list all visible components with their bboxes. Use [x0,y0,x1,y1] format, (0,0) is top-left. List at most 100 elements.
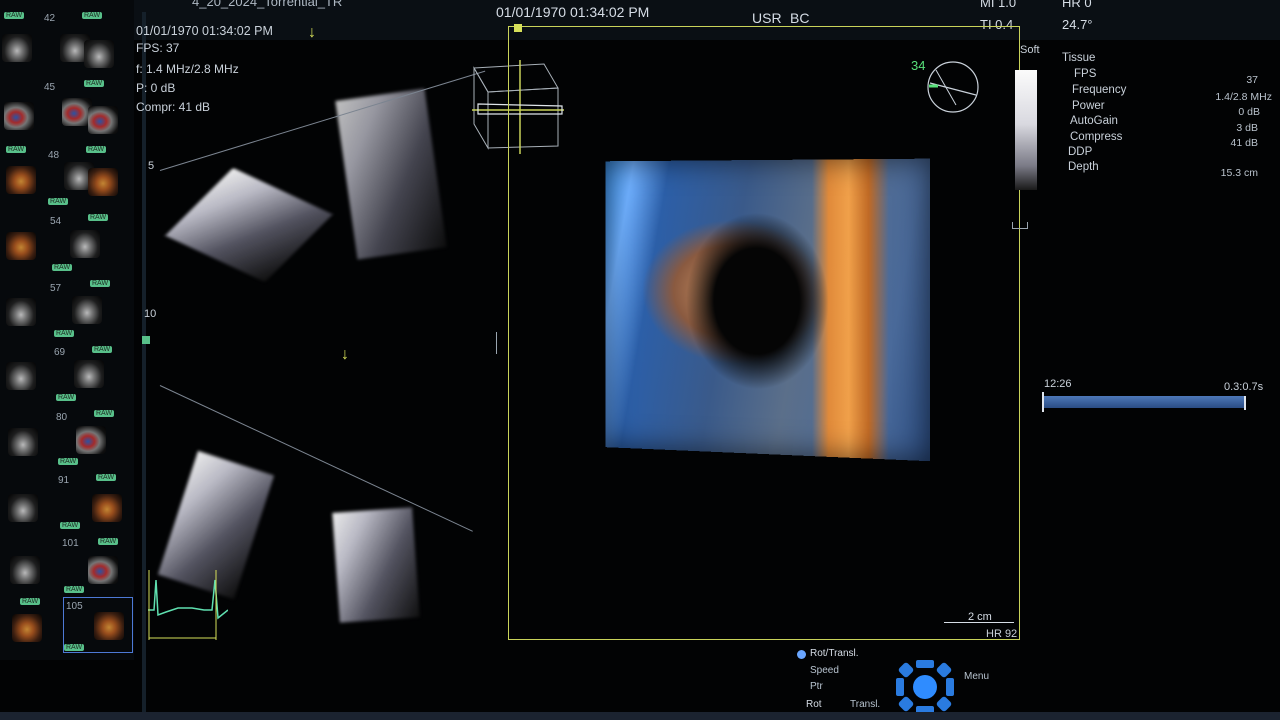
frame-number: 45 [44,82,56,93]
frame-number: 101 [62,538,79,549]
cine-loop-slider[interactable] [1042,396,1246,408]
3d-volume-render[interactable] [605,158,930,462]
rot-transl-button[interactable]: Rot/Transl. [810,648,859,659]
biplane-2d-view: 01/01/1970 01:34:02 PM FPS: 37 f: 1.4 MH… [136,24,505,640]
frame-number: 42 [44,13,56,24]
pointer-button[interactable]: Ptr [810,681,823,692]
clip-thumbnail[interactable] [8,494,38,522]
scan-plane-line [159,70,486,171]
trackball-icon[interactable] [896,660,954,714]
clip-thumbnail[interactable] [88,168,118,196]
clip-thumbnail[interactable] [88,556,118,584]
thumbnail-strip[interactable]: 42 45 48 54 57 69 80 91 101 105 RAW RAW … [0,0,134,660]
raw-badge: RAW [64,644,85,651]
power-readout: P: 0 dB [136,81,176,95]
rotation-angle: 34 [911,58,926,73]
param-label: DDP [1068,146,1093,158]
user2-label: BC [790,10,810,26]
rotation-dial-icon[interactable] [926,60,980,114]
range-bracket [496,332,505,354]
cine-end-handle[interactable] [1244,396,1246,410]
user-label: USR [752,10,782,26]
raw-badge: RAW [92,346,113,353]
upper-sector-image [165,167,333,283]
clip-thumbnail[interactable] [84,40,114,68]
panel-title: Tissue [1062,52,1096,64]
depth-label-10: 10 [144,308,157,320]
cine-start-handle[interactable] [1042,392,1044,412]
frame-number: 80 [56,412,68,423]
clip-thumbnail[interactable] [76,426,106,454]
clip-thumbnail[interactable] [74,360,104,388]
raw-badge: RAW [64,586,85,593]
raw-badge: RAW [20,598,41,605]
raw-badge: RAW [82,12,103,19]
frequency-readout: f: 1.4 MHz/2.8 MHz [136,62,239,76]
scale-label: 2 cm [968,611,992,623]
fps-readout: FPS: 37 [136,41,180,55]
param-value: 41 dB [1230,137,1258,149]
upper-sector-image-right [335,88,447,260]
arrow-down-icon: ↓ [341,346,349,363]
frame-number: 48 [48,150,60,161]
clip-thumbnail[interactable] [10,556,40,584]
param-value: 3 dB [1236,122,1258,134]
raw-badge: RAW [86,146,107,153]
parameter-panel: Tissue FPS 37 Frequency 1.4/2.8 MHz Powe… [1058,52,1280,182]
clip-thumbnail[interactable] [8,428,38,456]
hr-readout: HR 0 [1062,0,1092,10]
raw-badge: RAW [4,12,25,19]
transl-button[interactable]: Transl. [850,699,880,710]
clip-thumbnail [94,612,124,640]
clip-thumbnail[interactable] [72,296,102,324]
temp-readout: 24.7° [1062,17,1093,32]
param-label: Power [1072,100,1105,112]
bottom-bezel [0,712,1280,720]
clip-thumbnail[interactable] [2,34,32,62]
soft-label: Soft [1020,44,1040,56]
param-label: FPS [1074,68,1097,80]
raw-badge: RAW [94,410,115,417]
raw-badge: RAW [88,214,109,221]
raw-badge: RAW [96,474,117,481]
frame-corner-marker [514,24,522,32]
ecg-trace [148,570,228,640]
clip-thumbnail[interactable] [70,230,100,258]
mi-readout: MI 1.0 [980,0,1017,10]
speed-button[interactable]: Speed [810,665,839,676]
frame-number: 69 [54,347,66,358]
clip-thumbnail[interactable] [12,614,42,642]
frame-number: 54 [50,216,62,227]
clip-thumbnail[interactable] [6,232,36,260]
menu-button[interactable]: Menu [964,671,989,682]
raw-badge: RAW [48,198,69,205]
header-datetime: 01/01/1970 01:34:02 PM [496,4,650,20]
raw-badge: RAW [6,146,27,153]
heart-rate-label: HR 92 [986,628,1018,640]
clip-thumbnail[interactable] [4,102,34,130]
raw-badge: RAW [54,330,75,337]
depth-label-5: 5 [148,160,155,172]
raw-badge: RAW [52,264,73,271]
rot-button[interactable]: Rot [806,699,822,710]
cine-range: 0.3:0.7s [1224,381,1264,393]
clip-thumbnail[interactable] [6,298,36,326]
compress-readout: Compr: 41 dB [136,100,211,114]
param-value: 0 dB [1238,106,1260,118]
clip-thumbnail[interactable] [6,166,36,194]
param-value: 15.3 cm [1220,167,1258,179]
raw-badge: RAW [56,394,77,401]
lower-sector-image-right [332,507,420,623]
view-datetime: 01/01/1970 01:34:02 PM [136,24,273,38]
clip-thumbnail[interactable] [6,362,36,390]
clip-thumbnail[interactable] [92,494,122,522]
raw-badge: RAW [84,80,105,87]
raw-badge: RAW [58,458,79,465]
view-marker-icon [142,336,150,344]
param-label: Compress [1070,131,1123,143]
clip-thumbnail[interactable] [88,106,118,134]
frame-number: 57 [50,283,62,294]
param-label: AutoGain [1070,115,1118,127]
cine-time: 12:26 [1044,378,1072,390]
file-name: 4_20_2024_Torrential_TR [192,0,343,9]
